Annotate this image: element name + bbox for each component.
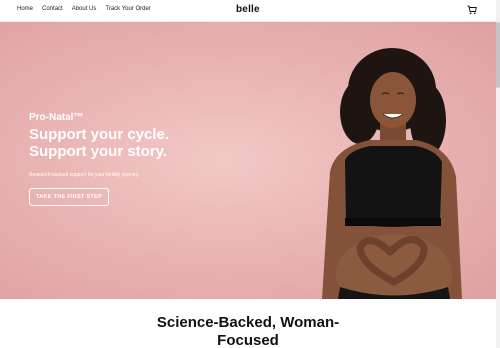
scrollbar-thumb[interactable] [496,22,500,88]
brand-logo[interactable]: belle [236,4,260,15]
hero-text-block: Pro-Natal™ Support your cycle. Support y… [29,112,169,206]
section-heading: Science-Backed, Woman- Focused [0,314,496,348]
nav-link-track-order[interactable]: Track Your Order [105,6,150,12]
section-heading-line-1: Science-Backed, Woman- [156,314,340,331]
nav-link-home[interactable]: Home [17,6,33,12]
nav-link-about-us[interactable]: About Us [72,6,97,12]
take-first-step-button[interactable]: TAKE THE FIRST STEP [29,188,110,206]
hero-headline-line-2: Support your story. [29,143,168,160]
top-navigation: Home Contact About Us Track Your Order b… [0,0,500,22]
hero-headline-line-1: Support your cycle. [29,126,170,143]
nav-links: Home Contact About Us Track Your Order [17,6,151,12]
page-scrollbar[interactable] [496,0,500,348]
section-heading-line-2: Focused [217,332,279,348]
hero-subtext: Research-backed support for your fertili… [29,172,140,178]
hero-banner: Pro-Natal™ Support your cycle. Support y… [0,22,496,299]
nav-link-contact[interactable]: Contact [42,6,63,12]
hero-eyebrow: Pro-Natal™ [29,112,84,123]
hero-model-image [322,48,462,299]
cart-icon[interactable] [467,5,477,15]
